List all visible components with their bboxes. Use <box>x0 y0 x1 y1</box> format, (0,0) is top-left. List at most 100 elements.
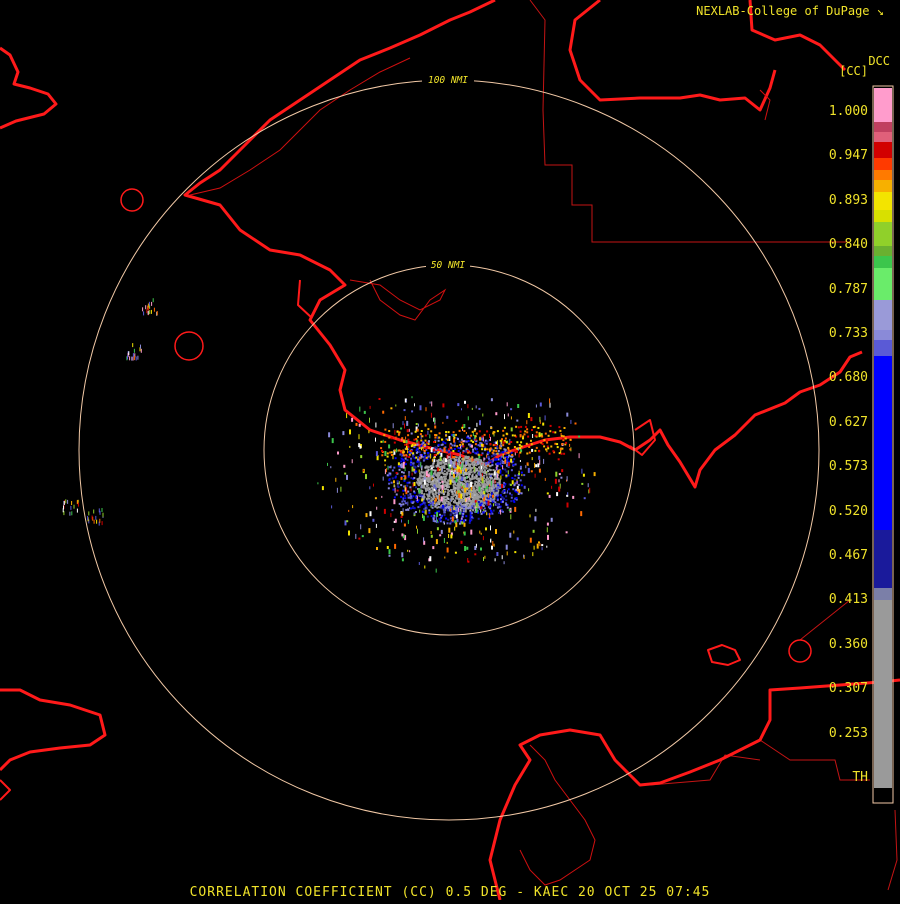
echo-speckle <box>493 503 494 507</box>
echo-core <box>447 498 450 500</box>
echo-core <box>492 469 495 471</box>
echo-core <box>420 475 423 478</box>
echo-band <box>545 448 547 451</box>
echo-band <box>552 450 555 453</box>
echo-speckle <box>487 494 489 499</box>
echo-speckle <box>429 434 431 439</box>
echo-speckle <box>409 507 411 509</box>
echo-clutter <box>132 353 134 358</box>
echo-speckle <box>453 505 455 511</box>
echo-speckle <box>330 466 332 469</box>
color-scale-bar <box>874 88 892 802</box>
echo-speckle <box>401 511 404 516</box>
echo-band <box>388 436 391 439</box>
echo-speckle <box>402 421 404 426</box>
echo-speckle <box>430 470 433 476</box>
echo-clutter <box>101 508 103 512</box>
echo-ring <box>494 494 497 497</box>
echo-speckle <box>471 455 473 460</box>
echo-ring <box>442 440 445 443</box>
echo-speckle <box>382 476 384 481</box>
echo-band <box>413 438 416 441</box>
echo-speckle <box>460 466 462 470</box>
echo-band <box>481 435 484 438</box>
echo-speckle <box>527 413 530 418</box>
echo-ring <box>428 511 431 514</box>
echo-speckle <box>546 522 549 526</box>
echo-speckle <box>520 492 523 495</box>
echo-speckle <box>516 479 518 482</box>
echo-clutter <box>65 499 67 504</box>
echo-clutter <box>145 305 147 310</box>
echo-clutter <box>71 501 73 505</box>
echo-speckle <box>429 401 431 404</box>
echo-speckle <box>546 492 549 495</box>
echo-speckle <box>331 438 334 444</box>
echo-speckle <box>462 440 465 443</box>
echo-speckle <box>433 459 436 463</box>
echo-ring <box>419 503 422 506</box>
echo-core <box>420 470 423 473</box>
echo-speckle <box>474 546 477 550</box>
echo-ring <box>512 488 515 491</box>
echo-clutter <box>137 355 139 360</box>
echo-speckle <box>359 406 361 412</box>
echo-core <box>447 479 450 482</box>
echo-ring <box>416 443 419 446</box>
echo-speckle <box>343 464 346 468</box>
echo-ring <box>496 483 499 486</box>
echo-speckle <box>507 413 509 417</box>
echo-band <box>519 435 522 438</box>
echo-ring <box>417 494 420 497</box>
echo-core <box>458 483 461 486</box>
echo-speckle <box>465 432 467 434</box>
echo-core <box>425 478 428 481</box>
echo-speckle <box>502 453 504 458</box>
color-scale-band <box>874 340 892 356</box>
echo-speckle <box>365 513 368 518</box>
echo-ring <box>490 455 493 458</box>
echo-clutter <box>149 310 151 315</box>
echo-speckle <box>385 468 387 473</box>
echo-speckle <box>455 477 458 483</box>
echo-band <box>492 431 495 434</box>
scale-tick-label: 0.787 <box>828 281 868 297</box>
color-scale-band <box>874 330 892 340</box>
echo-speckle <box>543 458 545 464</box>
echo-core <box>473 477 476 480</box>
echo-band <box>425 456 428 459</box>
echo-speckle <box>494 479 496 484</box>
color-scale-band <box>874 268 892 300</box>
echo-clutter <box>73 504 75 509</box>
echo-ring <box>465 505 468 508</box>
echo-ring <box>388 482 391 485</box>
echo-ring <box>406 484 409 487</box>
echo-speckle <box>583 497 586 500</box>
echo-speckle <box>468 497 471 500</box>
echo-speckle <box>459 451 461 456</box>
echo-band <box>515 425 518 428</box>
echo-ring <box>499 470 502 473</box>
echo-speckle <box>526 420 528 425</box>
echo-ring <box>469 520 472 523</box>
echo-ring <box>429 502 432 505</box>
echo-speckle <box>484 488 486 494</box>
echo-speckle <box>382 439 384 443</box>
echo-speckle <box>508 462 511 467</box>
echo-speckle <box>523 554 525 558</box>
echo-band <box>433 456 436 459</box>
echo-ring <box>419 494 422 496</box>
echo-band <box>434 436 437 439</box>
echo-speckle <box>500 509 502 515</box>
corner-arrow-icon: ↘ <box>876 4 884 18</box>
echo-speckle <box>391 509 394 512</box>
echo-band <box>481 443 483 446</box>
echo-ring <box>498 462 501 465</box>
echo-speckle <box>466 546 469 550</box>
echo-core <box>425 489 428 492</box>
echo-speckle <box>487 500 490 506</box>
echo-speckle <box>483 457 485 462</box>
echo-ring <box>410 507 413 510</box>
echo-clutter <box>140 348 142 353</box>
echo-core <box>499 483 501 486</box>
